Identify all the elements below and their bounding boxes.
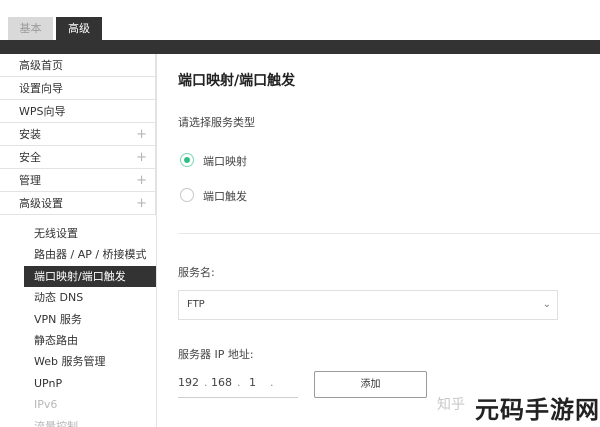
page-title: 端口映射/端口触发 [178,73,296,89]
sidebar-item-management[interactable]: 管理 + [0,169,156,192]
top-tab-strip: 基本 高级 [0,0,600,40]
sidebar-item-label: 安装 [19,128,41,141]
submenu-item-upnp[interactable]: UPnP [0,373,156,394]
add-button[interactable]: 添加 [314,371,427,398]
service-name-select[interactable]: FTP ⌄ [178,290,558,320]
submenu-item-vpn[interactable]: VPN 服务 [0,309,156,330]
expand-plus-icon[interactable]: + [136,146,147,169]
sidebar-item-label: 高级首页 [19,59,63,72]
submenu-item-port-forwarding[interactable]: 端口映射/端口触发 [24,265,156,288]
watermark-zhihu: 知乎 [437,397,465,413]
watermark-brand: 元码手游网 [475,396,600,424]
expand-plus-icon[interactable]: + [136,192,147,215]
ip-octet-2[interactable]: 168 [211,376,232,389]
sidebar-item-advanced-home[interactable]: 高级首页 [0,54,156,77]
submenu-item-web-service[interactable]: Web 服务管理 [0,351,156,372]
sidebar: 高级首页 设置向导 WPS向导 安装 + 安全 + 管理 + 高级设置 + 无线设置 路… [0,54,157,427]
sidebar-item-advanced-settings[interactable]: 高级设置 + [0,192,156,215]
service-name-value: FTP [187,299,205,310]
radio-port-triggering-label[interactable]: 端口触发 [203,188,247,204]
header-bar [0,40,600,54]
tab-basic[interactable]: 基本 [8,17,53,40]
server-ip-input[interactable]: 192 . 168 . 1 . [178,372,298,398]
main-panel: 端口映射/端口触发 请选择服务类型 端口映射 端口触发 服务名: FTP ⌄ 服… [158,54,600,427]
service-name-label: 服务名: [178,266,215,279]
radio-port-triggering[interactable] [180,188,194,202]
expand-plus-icon[interactable]: + [136,123,147,146]
sidebar-item-label: 管理 [19,174,41,187]
advanced-settings-submenu: 无线设置 路由器 / AP / 桥接模式 端口映射/端口触发 动态 DNS VP… [0,215,156,427]
tab-advanced[interactable]: 高级 [56,17,102,40]
ip-separator: . [204,376,208,389]
expand-plus-icon[interactable]: + [136,169,147,192]
server-ip-label: 服务器 IP 地址: [178,348,254,361]
section-divider [178,233,600,234]
submenu-item-router-ap-bridge[interactable]: 路由器 / AP / 桥接模式 [0,244,156,265]
submenu-item-wireless[interactable]: 无线设置 [0,223,156,244]
sidebar-item-label: WPS向导 [19,105,66,118]
submenu-item-traffic-control[interactable]: 流量控制 [0,416,156,427]
sidebar-item-security[interactable]: 安全 + [0,146,156,169]
sidebar-item-setup-wizard[interactable]: 设置向导 [0,77,156,100]
ip-octet-1[interactable]: 192 [178,376,199,389]
sidebar-item-label: 设置向导 [19,82,63,95]
ip-octet-3[interactable]: 1 [249,376,256,389]
sidebar-item-install[interactable]: 安装 + [0,123,156,146]
submenu-item-dynamic-dns[interactable]: 动态 DNS [0,287,156,308]
ip-separator: . [270,376,274,389]
service-type-label: 请选择服务类型 [178,116,255,129]
sidebar-item-wps-wizard[interactable]: WPS向导 [0,100,156,123]
submenu-item-ipv6[interactable]: IPv6 [0,394,156,415]
sidebar-item-label: 高级设置 [19,197,63,210]
ip-separator: . [237,376,241,389]
router-admin-window: 基本 高级 高级首页 设置向导 WPS向导 安装 + 安全 + 管理 + 高级设置 + … [0,0,600,427]
sidebar-item-label: 安全 [19,151,41,164]
radio-port-forwarding[interactable] [180,153,194,167]
chevron-down-icon: ⌄ [542,299,551,310]
submenu-item-static-route[interactable]: 静态路由 [0,330,156,351]
radio-port-forwarding-label[interactable]: 端口映射 [203,153,247,169]
